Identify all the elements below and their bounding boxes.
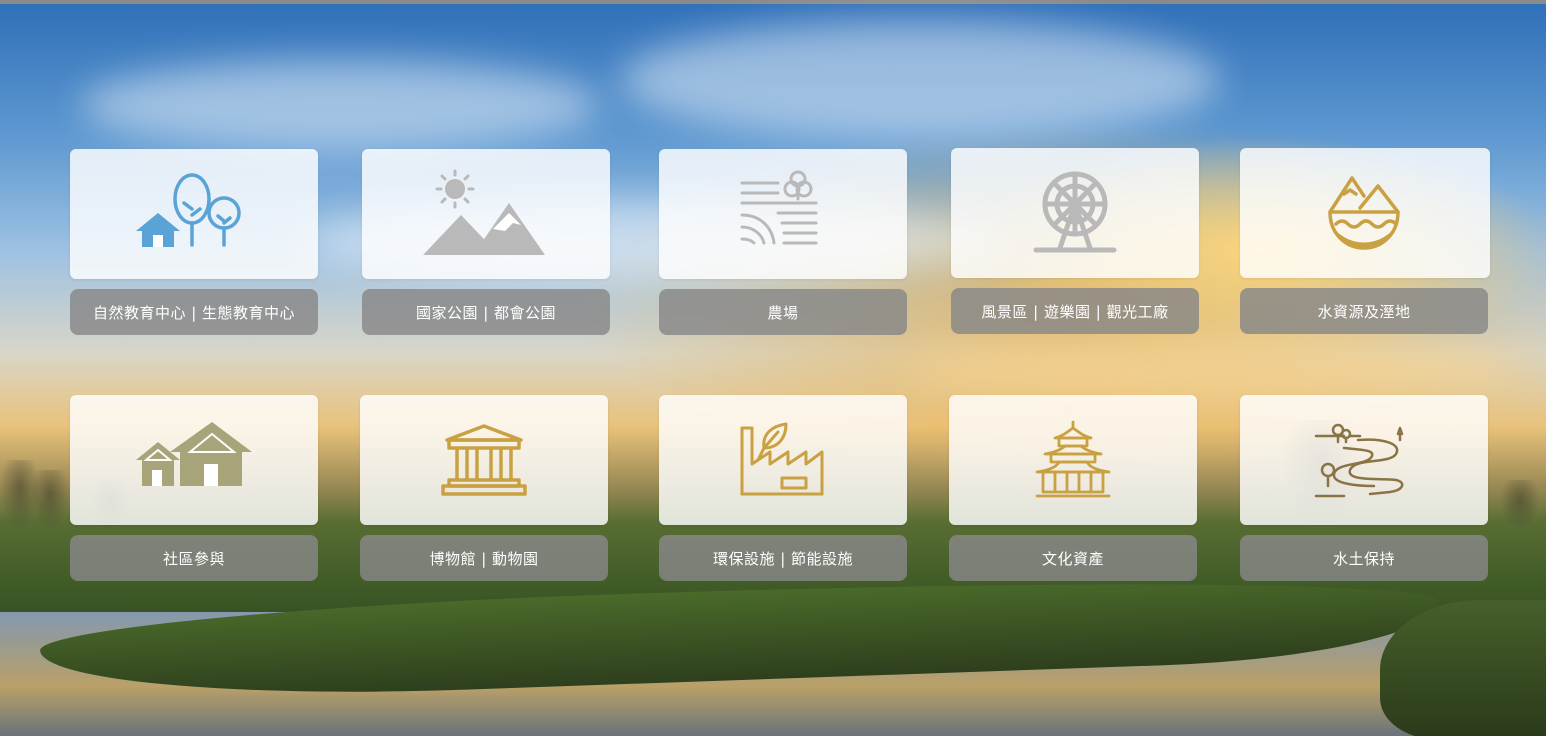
category-label[interactable]: 風景區 | 遊樂園 | 觀光工廠 <box>951 288 1199 334</box>
museum-icon <box>441 424 527 496</box>
category-label[interactable]: 文化資產 <box>949 535 1197 581</box>
category-card[interactable] <box>70 149 318 279</box>
category-card[interactable] <box>70 395 318 525</box>
top-border <box>0 0 1546 4</box>
category-card[interactable] <box>360 395 608 525</box>
nature-education-icon <box>136 173 241 247</box>
category-label[interactable]: 博物館 | 動物園 <box>360 535 608 581</box>
temple-icon <box>1035 420 1111 498</box>
eco-factory-icon <box>740 422 824 496</box>
water-resource-icon <box>1328 176 1400 250</box>
category-label[interactable]: 環保設施 | 節能設施 <box>659 535 907 581</box>
category-card[interactable] <box>1240 395 1488 525</box>
cloud <box>80 60 600 150</box>
category-card[interactable] <box>659 149 907 279</box>
category-label[interactable]: 社區參與 <box>70 535 318 581</box>
category-card[interactable] <box>951 148 1199 278</box>
farm-icon <box>740 170 818 245</box>
community-houses-icon <box>136 422 252 486</box>
category-card[interactable] <box>949 395 1197 525</box>
landing-page: 自然教育中心 | 生態教育中心 國家公園 | 都會公園 農場 風景區 | 遊樂園… <box>0 0 1546 736</box>
soil-conservation-icon <box>1314 423 1404 498</box>
category-label[interactable]: 國家公園 | 都會公園 <box>362 289 610 335</box>
cloud <box>620 20 1220 140</box>
ferris-wheel-icon <box>1033 171 1117 253</box>
category-label[interactable]: 水資源及溼地 <box>1240 288 1488 334</box>
category-card[interactable] <box>659 395 907 525</box>
category-card[interactable] <box>362 149 610 279</box>
category-label[interactable]: 農場 <box>659 289 907 335</box>
mountain-park-icon <box>423 169 545 255</box>
category-card[interactable] <box>1240 148 1490 278</box>
category-label[interactable]: 自然教育中心 | 生態教育中心 <box>70 289 318 335</box>
cloud <box>900 340 1520 400</box>
category-label[interactable]: 水土保持 <box>1240 535 1488 581</box>
